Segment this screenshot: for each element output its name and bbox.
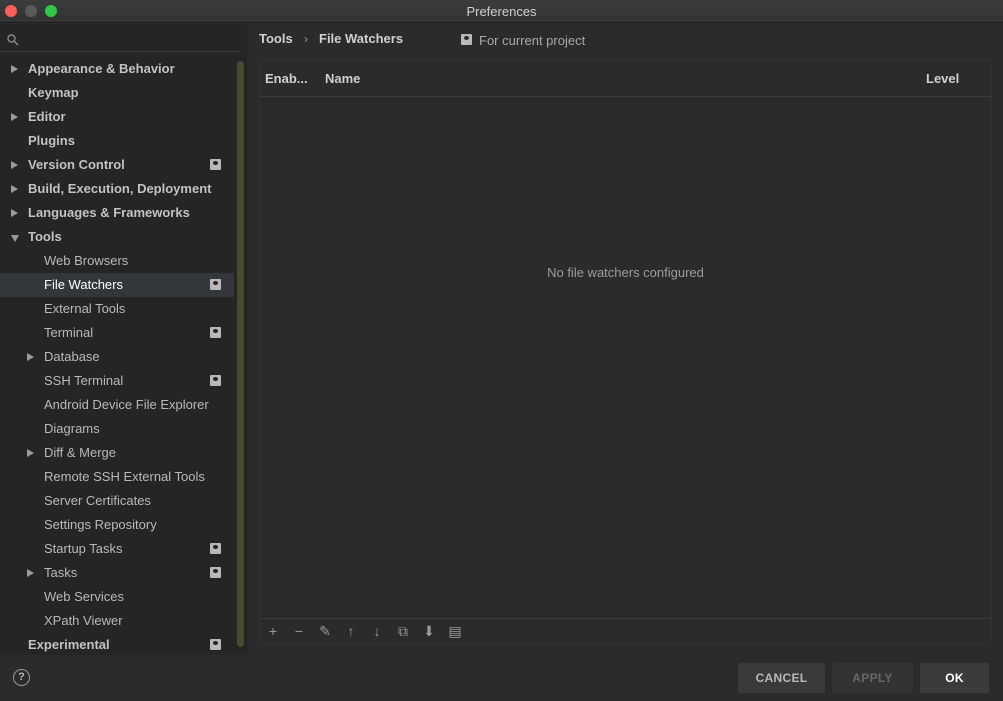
sidebar-item-appearance-behavior[interactable]: Appearance & Behavior bbox=[0, 57, 234, 81]
sidebar-item-label: Server Certificates bbox=[44, 493, 151, 508]
sidebar-item-label: Tasks bbox=[44, 565, 78, 580]
collapsed-arrow-icon[interactable] bbox=[11, 65, 18, 73]
sidebar-item-label: Diagrams bbox=[44, 421, 100, 436]
collapsed-arrow-icon[interactable] bbox=[11, 209, 18, 217]
sidebar-item-label: Plugins bbox=[28, 133, 75, 148]
cancel-button[interactable]: CANCEL bbox=[738, 663, 825, 693]
sidebar-item-label: Build, Execution, Deployment bbox=[28, 181, 212, 196]
collapsed-arrow-icon[interactable] bbox=[11, 161, 18, 169]
sidebar-item-ssh-terminal[interactable]: SSH Terminal bbox=[0, 369, 234, 393]
sidebar-item-editor[interactable]: Editor bbox=[0, 105, 234, 129]
edit-icon[interactable]: ✎ bbox=[315, 622, 335, 640]
sidebar-item-label: Android Device File Explorer bbox=[44, 397, 209, 412]
sidebar-scrollbar[interactable] bbox=[237, 61, 244, 647]
settings-tree: Appearance & Behavior Keymap Editor Plugins… bbox=[0, 57, 234, 657]
remove-icon[interactable]: − bbox=[289, 622, 309, 640]
apply-button[interactable]: APPLY bbox=[832, 663, 913, 693]
sidebar-item-label: Database bbox=[44, 349, 100, 364]
sidebar-item-xpath-viewer[interactable]: XPath Viewer bbox=[0, 609, 234, 633]
sidebar-item-keymap[interactable]: Keymap bbox=[0, 81, 234, 105]
sidebar-item-label: Startup Tasks bbox=[44, 541, 123, 556]
column-header-enabled[interactable]: Enab... bbox=[265, 71, 308, 86]
project-scope-icon bbox=[210, 567, 221, 578]
breadcrumb-current: File Watchers bbox=[319, 31, 404, 46]
sidebar-item-label: XPath Viewer bbox=[44, 613, 123, 628]
collapsed-arrow-icon[interactable] bbox=[11, 113, 18, 121]
sidebar-item-server-certificates[interactable]: Server Certificates bbox=[0, 489, 234, 513]
export-icon[interactable]: ▤ bbox=[445, 622, 465, 640]
project-scope-icon bbox=[210, 327, 221, 338]
sidebar-item-diff-merge[interactable]: Diff & Merge bbox=[0, 441, 234, 465]
sidebar-item-plugins[interactable]: Plugins bbox=[0, 129, 234, 153]
column-header-level[interactable]: Level bbox=[926, 71, 959, 86]
sidebar-item-label: Settings Repository bbox=[44, 517, 157, 532]
sidebar-item-label: Version Control bbox=[28, 157, 125, 172]
move-down-icon[interactable]: ↓ bbox=[367, 622, 387, 640]
sidebar-item-label: Keymap bbox=[28, 85, 79, 100]
sidebar-item-build-execution-deployment[interactable]: Build, Execution, Deployment bbox=[0, 177, 234, 201]
sidebar-item-label: File Watchers bbox=[44, 277, 123, 292]
table-toolbar: + − ✎ ↑ ↓ ⧉ ⬇ ▤ bbox=[260, 618, 991, 643]
collapsed-arrow-icon[interactable] bbox=[27, 353, 34, 361]
sidebar-item-label: Web Browsers bbox=[44, 253, 129, 268]
project-scope-icon bbox=[210, 543, 221, 554]
help-icon[interactable]: ? bbox=[13, 669, 30, 686]
window-title: Preferences bbox=[466, 4, 537, 19]
collapsed-arrow-icon[interactable] bbox=[27, 569, 34, 577]
sidebar-item-tools[interactable]: Tools bbox=[0, 225, 234, 249]
collapsed-arrow-icon[interactable] bbox=[27, 449, 34, 457]
project-scope-icon bbox=[210, 375, 221, 386]
copy-icon[interactable]: ⧉ bbox=[393, 622, 413, 640]
sidebar-item-startup-tasks[interactable]: Startup Tasks bbox=[0, 537, 234, 561]
sidebar-item-web-services[interactable]: Web Services bbox=[0, 585, 234, 609]
sidebar-item-diagrams[interactable]: Diagrams bbox=[0, 417, 234, 441]
title-bar: Preferences bbox=[0, 0, 1003, 23]
sidebar-item-experimental[interactable]: Experimental bbox=[0, 633, 234, 657]
project-scope-icon bbox=[210, 639, 221, 650]
sidebar-item-label: Experimental bbox=[28, 637, 110, 652]
project-scope-icon bbox=[461, 34, 472, 45]
sidebar-item-label: Web Services bbox=[44, 589, 124, 604]
scope-label: For current project bbox=[479, 33, 586, 48]
sidebar-item-file-watchers[interactable]: File Watchers bbox=[0, 273, 234, 297]
sidebar-item-label: Editor bbox=[28, 109, 66, 124]
sidebar-item-remote-ssh-external-tools[interactable]: Remote SSH External Tools bbox=[0, 465, 234, 489]
dialog-footer: ? CANCEL APPLY OK bbox=[0, 655, 1003, 701]
empty-table-message: No file watchers configured bbox=[547, 265, 704, 280]
ok-button[interactable]: OK bbox=[920, 663, 989, 693]
import-icon[interactable]: ⬇ bbox=[419, 622, 439, 640]
expanded-arrow-icon[interactable] bbox=[11, 235, 19, 242]
sidebar-item-tasks[interactable]: Tasks bbox=[0, 561, 234, 585]
sidebar-item-database[interactable]: Database bbox=[0, 345, 234, 369]
sidebar-item-android-device-file-explorer[interactable]: Android Device File Explorer bbox=[0, 393, 234, 417]
sidebar-item-label: Appearance & Behavior bbox=[28, 61, 175, 76]
sidebar-item-label: External Tools bbox=[44, 301, 126, 316]
sidebar-item-label: Languages & Frameworks bbox=[28, 205, 190, 220]
sidebar-item-settings-repository[interactable]: Settings Repository bbox=[0, 513, 234, 537]
column-header-name[interactable]: Name bbox=[325, 71, 360, 86]
sidebar-item-label: Diff & Merge bbox=[44, 445, 117, 460]
add-icon[interactable]: + bbox=[263, 622, 283, 640]
sidebar-item-web-browsers[interactable]: Web Browsers bbox=[0, 249, 234, 273]
sidebar-item-languages-frameworks[interactable]: Languages & Frameworks bbox=[0, 201, 234, 225]
search-icon bbox=[7, 34, 19, 46]
settings-search-input[interactable] bbox=[0, 28, 240, 52]
project-scope-icon bbox=[210, 159, 221, 170]
sidebar-item-external-tools[interactable]: External Tools bbox=[0, 297, 234, 321]
breadcrumb-parent[interactable]: Tools bbox=[259, 30, 293, 48]
sidebar-item-label: Tools bbox=[28, 229, 62, 244]
collapsed-arrow-icon[interactable] bbox=[11, 185, 18, 193]
settings-sidebar: Appearance & Behavior Keymap Editor Plugins… bbox=[0, 24, 247, 655]
move-up-icon[interactable]: ↑ bbox=[341, 622, 361, 640]
file-watchers-table: Enab... Name Level No file watchers conf… bbox=[259, 59, 992, 644]
breadcrumb-separator: › bbox=[304, 32, 308, 46]
sidebar-item-terminal[interactable]: Terminal bbox=[0, 321, 234, 345]
sidebar-item-label: SSH Terminal bbox=[44, 373, 124, 388]
sidebar-item-label: Terminal bbox=[44, 325, 94, 340]
sidebar-item-label: Remote SSH External Tools bbox=[44, 469, 205, 484]
table-header: Enab... Name Level bbox=[260, 60, 991, 97]
sidebar-item-version-control[interactable]: Version Control bbox=[0, 153, 234, 177]
project-scope-icon bbox=[210, 279, 221, 290]
